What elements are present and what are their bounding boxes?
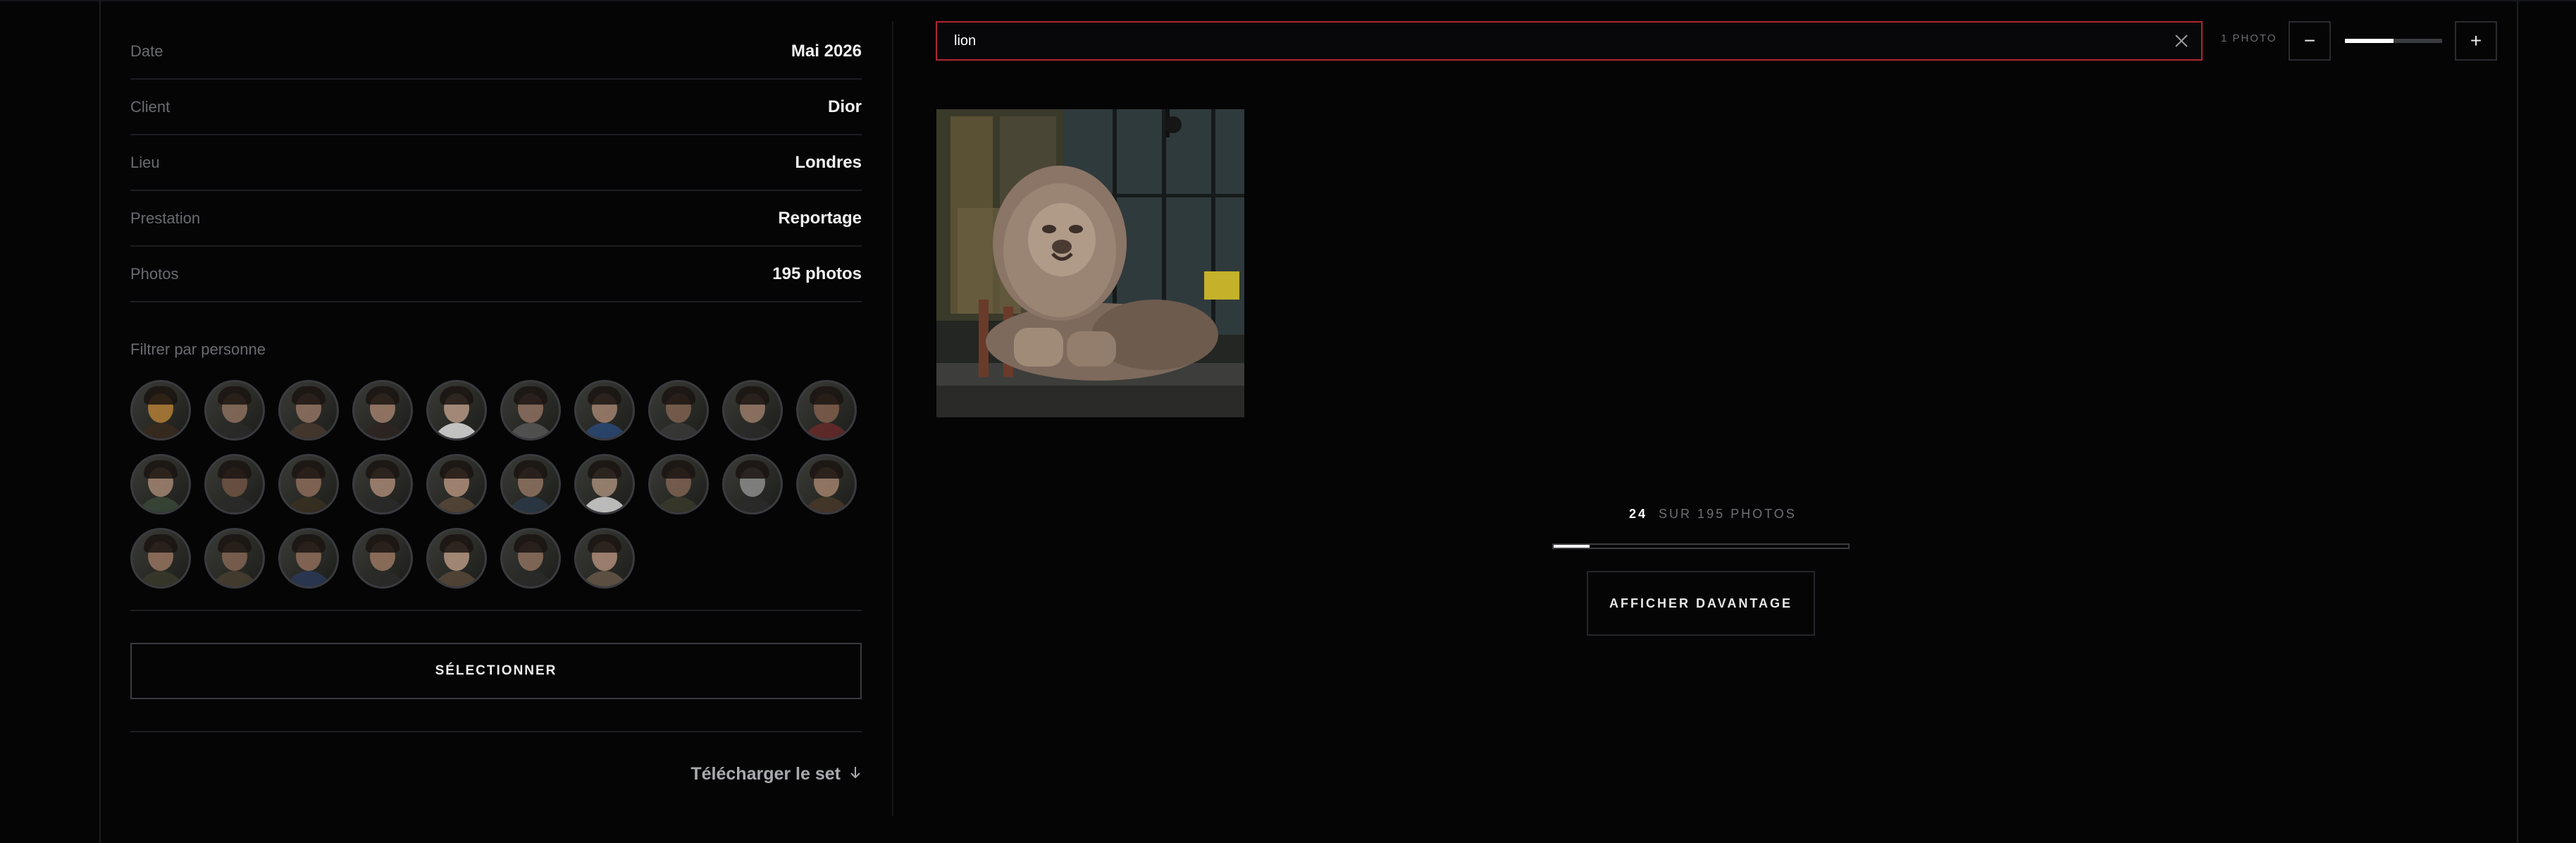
detail-label: Prestation bbox=[130, 209, 201, 227]
detail-value: Dior bbox=[828, 97, 862, 116]
person-avatar[interactable] bbox=[426, 528, 487, 589]
person-avatar[interactable] bbox=[278, 528, 339, 589]
search-result-count: 1 PHOTO bbox=[2221, 32, 2277, 44]
person-avatar[interactable] bbox=[500, 528, 561, 589]
detail-row-client: Client Dior bbox=[130, 80, 862, 135]
divider bbox=[130, 610, 862, 611]
person-avatar[interactable] bbox=[130, 380, 191, 441]
person-avatar[interactable] bbox=[500, 454, 561, 515]
person-avatar[interactable] bbox=[130, 528, 191, 589]
search-input[interactable] bbox=[937, 32, 2162, 50]
pagination-progress-fill bbox=[1554, 545, 1590, 548]
zoom-slider-fill bbox=[2345, 39, 2394, 43]
load-more-button[interactable]: AFFICHER DAVANTAGE bbox=[1587, 571, 1815, 636]
person-avatar[interactable] bbox=[204, 454, 265, 515]
frame-top-border bbox=[0, 0, 2576, 1]
download-set-label: Télécharger le set bbox=[691, 764, 841, 784]
pagination-shown: 24 bbox=[1629, 507, 1648, 521]
detail-row-date: Date Mai 2026 bbox=[130, 24, 862, 80]
download-set-link[interactable]: Télécharger le set bbox=[130, 764, 862, 784]
person-filter-title: Filtrer par personne bbox=[130, 340, 266, 358]
person-avatar[interactable] bbox=[352, 454, 413, 515]
person-avatar[interactable] bbox=[648, 380, 709, 441]
person-avatar[interactable] bbox=[574, 380, 635, 441]
frame-right-border bbox=[2517, 0, 2518, 843]
person-avatar[interactable] bbox=[352, 528, 413, 589]
pagination-progress bbox=[1552, 543, 1850, 549]
zoom-in-button[interactable]: + bbox=[2455, 21, 2497, 61]
person-avatar[interactable] bbox=[278, 454, 339, 515]
detail-row-location: Lieu Londres bbox=[130, 135, 862, 191]
person-avatar[interactable] bbox=[204, 528, 265, 589]
person-avatar[interactable] bbox=[500, 380, 561, 441]
person-avatar[interactable] bbox=[426, 454, 487, 515]
person-avatar[interactable] bbox=[426, 380, 487, 441]
arrow-down-icon bbox=[849, 765, 862, 784]
project-details-panel: Date Mai 2026 Client Dior Lieu Londres P… bbox=[130, 24, 862, 784]
person-avatar[interactable] bbox=[796, 454, 857, 515]
person-avatar[interactable] bbox=[574, 528, 635, 589]
detail-value: Mai 2026 bbox=[791, 41, 862, 61]
person-avatar[interactable] bbox=[722, 380, 783, 441]
person-avatar[interactable] bbox=[204, 380, 265, 441]
zoom-out-button[interactable]: − bbox=[2289, 21, 2331, 61]
select-button[interactable]: SÉLECTIONNER bbox=[130, 643, 862, 699]
photo-thumbnail-lion-statue[interactable] bbox=[936, 109, 1244, 417]
divider bbox=[130, 731, 862, 732]
detail-label: Lieu bbox=[130, 153, 160, 171]
person-avatar[interactable] bbox=[278, 380, 339, 441]
detail-value: 195 photos bbox=[772, 264, 862, 283]
detail-label: Date bbox=[130, 42, 163, 60]
person-avatar[interactable] bbox=[648, 454, 709, 515]
person-avatar[interactable] bbox=[130, 454, 191, 515]
detail-value: Londres bbox=[795, 152, 862, 172]
person-avatar[interactable] bbox=[352, 380, 413, 441]
person-avatar[interactable] bbox=[722, 454, 783, 515]
column-divider bbox=[892, 21, 893, 816]
detail-value: Reportage bbox=[778, 208, 862, 228]
zoom-slider[interactable] bbox=[2345, 39, 2442, 43]
frame-left-border bbox=[99, 0, 101, 843]
lion-statue-image bbox=[936, 109, 1244, 417]
detail-label: Photos bbox=[130, 264, 179, 283]
close-icon[interactable] bbox=[2162, 23, 2201, 59]
person-avatar-grid bbox=[130, 380, 862, 589]
pagination-total: SUR 195 PHOTOS bbox=[1659, 507, 1797, 521]
pagination-summary: 24 SUR 195 PHOTOS bbox=[1629, 507, 1797, 522]
detail-row-photos: Photos 195 photos bbox=[130, 247, 862, 302]
detail-label: Client bbox=[130, 97, 171, 116]
person-avatar[interactable] bbox=[574, 454, 635, 515]
search-field[interactable] bbox=[936, 21, 2203, 61]
person-avatar[interactable] bbox=[796, 380, 857, 441]
detail-row-service: Prestation Reportage bbox=[130, 191, 862, 247]
